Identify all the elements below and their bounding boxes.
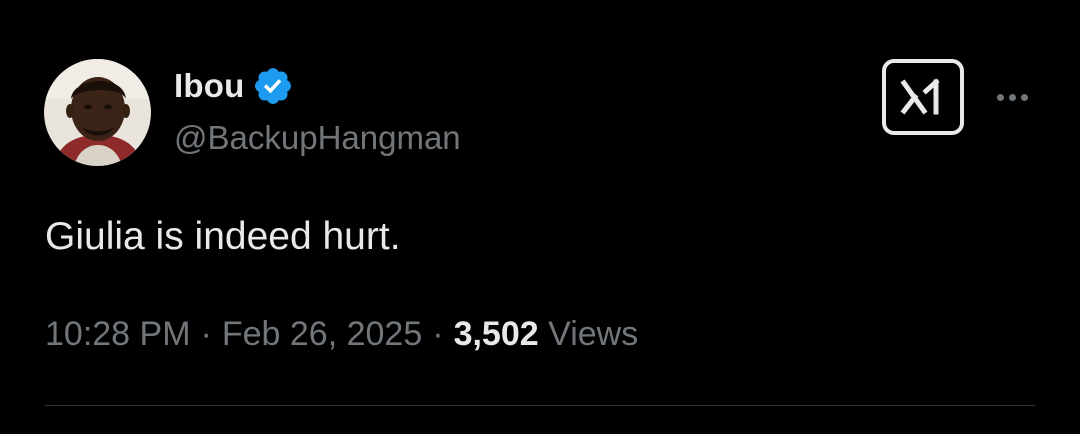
more-options-icon[interactable] [990,84,1034,110]
tweet-text: Giulia is indeed hurt. [45,215,401,258]
meta-separator: · [200,315,212,353]
meta-separator: · [432,315,444,353]
timestamp-link[interactable]: 10:28 PM · Feb 26, 2025 [45,315,422,353]
views-count: 3,502 [453,315,539,353]
tweet-card: Ibou @BackupHangman Giulia is indeed hur… [0,0,1080,434]
grok-button[interactable] [882,59,964,135]
avatar-image [44,59,151,166]
tweet-date: Feb 26, 2025 [221,315,423,353]
grok-icon [900,78,940,115]
author-handle[interactable]: @BackupHangman [174,119,461,157]
more-dot [996,93,1004,101]
divider [45,405,1035,406]
avatar[interactable] [44,59,151,166]
more-dot [1020,93,1028,101]
views-label: Views [548,315,639,353]
author-display-name[interactable]: Ibou [174,67,244,105]
verified-badge-icon [255,68,292,104]
views-link[interactable]: 3,502 Views [454,315,639,353]
more-dot [1008,93,1016,101]
tweet-metadata: 10:28 PM · Feb 26, 2025 · 3,502 Views [45,312,638,356]
author-name-row[interactable]: Ibou [174,64,294,108]
tweet-time: 10:28 PM [45,315,191,353]
